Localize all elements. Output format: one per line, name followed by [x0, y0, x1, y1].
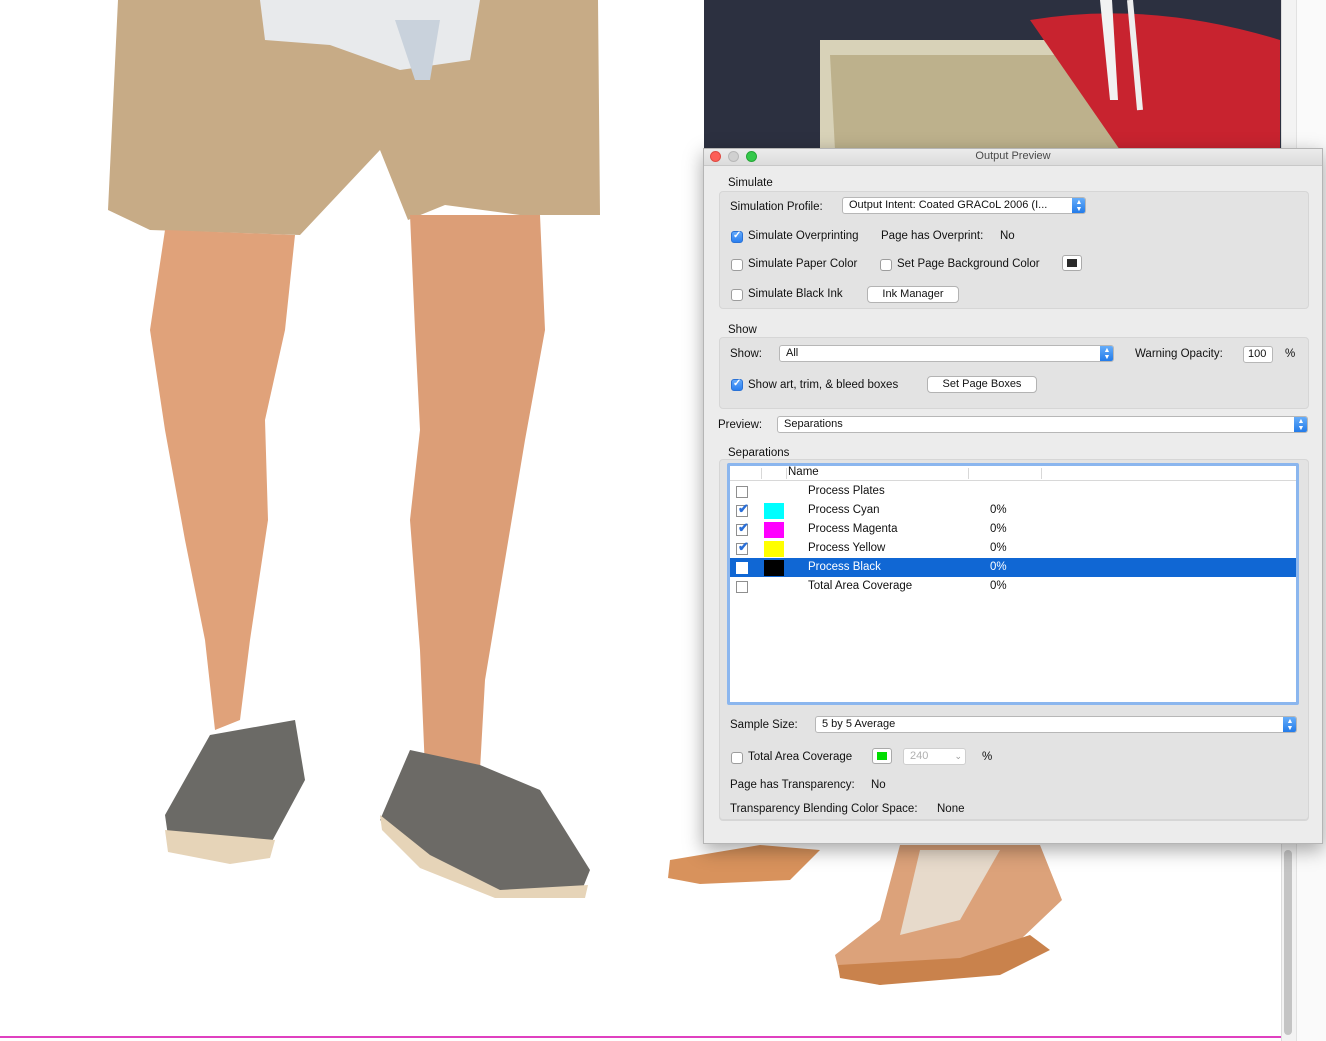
- column-divider: [761, 468, 762, 479]
- ink-color-swatch: [764, 541, 784, 557]
- page-transparency-value: No: [871, 779, 886, 791]
- warning-opacity-value: 100: [1248, 348, 1267, 360]
- separation-checkbox[interactable]: [736, 581, 748, 593]
- column-divider: [968, 468, 969, 479]
- separation-checkbox[interactable]: [736, 562, 748, 574]
- ink-color-swatch: [764, 560, 784, 576]
- simulate-paper-color-checkbox[interactable]: [731, 259, 743, 271]
- show-boxes-label: Show art, trim, & bleed boxes: [748, 379, 899, 391]
- separation-row[interactable]: ✔ Process Cyan 0%: [730, 501, 1296, 520]
- separation-percent: 0%: [990, 561, 1007, 573]
- coverage-value: 240: [910, 750, 929, 762]
- separation-row[interactable]: Process Black 0%: [730, 558, 1296, 577]
- popup-stepper-icon: ▲ ▼: [1072, 198, 1085, 213]
- checkmark-icon: ✔: [738, 501, 749, 516]
- warning-opacity-percent: %: [1285, 348, 1296, 360]
- separations-heading: Separations: [728, 447, 790, 459]
- simulate-overprinting-label: Simulate Overprinting: [748, 230, 859, 242]
- sample-size-label: Sample Size:: [730, 719, 798, 731]
- warning-opacity-input[interactable]: 100: [1243, 346, 1273, 363]
- window-title: Output Preview: [975, 150, 1051, 162]
- separation-name: Process Yellow: [808, 542, 886, 554]
- popup-stepper-icon: ▲ ▼: [1100, 346, 1113, 361]
- output-preview-window: Output Preview Simulate Simulation Profi…: [703, 148, 1323, 844]
- simulate-group: Simulation Profile: Output Intent: Coate…: [719, 191, 1309, 309]
- chevron-down-icon: ⌄: [954, 751, 962, 761]
- simulation-profile-select[interactable]: Output Intent: Coated GRACoL 2006 (I... …: [842, 197, 1086, 214]
- lower-group: Sample Size: 5 by 5 Average ▲ ▼ Total Are…: [719, 705, 1309, 820]
- show-select[interactable]: All ▲ ▼: [779, 345, 1114, 362]
- blending-space-value: None: [937, 803, 965, 815]
- left-sandal: [668, 845, 820, 884]
- page-overprint-value: No: [1000, 230, 1015, 242]
- separation-name: Process Cyan: [808, 504, 880, 516]
- separation-row[interactable]: Total Area Coverage 0%: [730, 577, 1296, 596]
- set-page-boxes-button[interactable]: Set Page Boxes: [927, 376, 1037, 393]
- column-divider: [1041, 468, 1042, 479]
- column-divider: [786, 468, 787, 479]
- simulate-overprinting-checkbox[interactable]: [731, 230, 743, 243]
- ink-color-swatch: [764, 522, 784, 538]
- title-bar[interactable]: Output Preview: [704, 149, 1322, 166]
- show-group: Show: All ▲▼ Warning Opacity: 100 % Show…: [719, 337, 1309, 409]
- separation-percent: 0%: [990, 580, 1007, 592]
- sample-size-select[interactable]: 5 by 5 Average ▲ ▼: [815, 716, 1297, 733]
- separation-name: Process Black: [808, 561, 881, 573]
- checkmark-icon: ✔: [738, 520, 749, 535]
- show-heading: Show: [728, 324, 757, 336]
- separation-percent: 0%: [990, 504, 1007, 516]
- separation-row[interactable]: ✔ Process Yellow 0%: [730, 539, 1296, 558]
- popup-stepper-icon: ▲ ▼: [1294, 417, 1307, 432]
- ink-color-swatch: [764, 503, 784, 519]
- warning-opacity-label: Warning Opacity:: [1135, 348, 1223, 360]
- sample-size-value: 5 by 5 Average: [822, 718, 896, 730]
- page-transparency-label: Page has Transparency:: [730, 779, 855, 791]
- show-label: Show:: [730, 348, 762, 360]
- popup-stepper-icon: ▲ ▼: [1283, 717, 1296, 732]
- separation-percent: 0%: [990, 542, 1007, 554]
- background-color-well[interactable]: [1062, 255, 1082, 271]
- separation-name: Process Plates: [808, 485, 885, 497]
- total-area-coverage-checkbox[interactable]: [731, 752, 743, 764]
- separation-row[interactable]: ✔ Process Magenta 0%: [730, 520, 1296, 539]
- show-value: All: [786, 347, 799, 359]
- separation-name: Process Magenta: [808, 523, 898, 535]
- right-leg: [410, 215, 545, 770]
- bleed-box-line: [0, 1036, 1281, 1038]
- ink-manager-button[interactable]: Ink Manager: [867, 286, 959, 303]
- page-background-color-label: Set Page Background Color: [897, 258, 1040, 270]
- simulate-heading: Simulate: [728, 177, 773, 189]
- coverage-value-combo[interactable]: 240 ⌄: [903, 748, 966, 765]
- coverage-color-well[interactable]: [872, 748, 892, 764]
- show-boxes-checkbox[interactable]: [731, 378, 743, 391]
- page-overprint-label: Page has Overprint:: [881, 230, 984, 242]
- preview-select[interactable]: Separations ▲ ▼: [777, 416, 1308, 433]
- simulation-profile-value: Output Intent: Coated GRACoL 2006 (I...: [849, 199, 1048, 211]
- simulate-black-ink-checkbox[interactable]: [731, 289, 743, 301]
- left-leg: [150, 230, 295, 730]
- coverage-color-swatch: [877, 752, 887, 760]
- total-area-coverage-label: Total Area Coverage: [748, 751, 853, 763]
- checkmark-icon: ✔: [738, 539, 749, 554]
- background-color-swatch: [1067, 259, 1077, 267]
- simulate-black-ink-label: Simulate Black Ink: [748, 288, 843, 300]
- separation-percent: 0%: [990, 523, 1007, 535]
- coverage-percent: %: [982, 751, 993, 763]
- separation-checkbox[interactable]: [736, 486, 748, 498]
- simulation-profile-label: Simulation Profile:: [730, 201, 823, 213]
- page-background-color-checkbox[interactable]: [880, 259, 892, 271]
- blending-space-label: Transparency Blending Color Space:: [730, 803, 918, 815]
- preview-value: Separations: [784, 418, 843, 430]
- name-column-header[interactable]: Name: [788, 466, 819, 478]
- scrollbar-thumb[interactable]: [1284, 850, 1292, 1035]
- table-header: Name: [730, 466, 1296, 481]
- separation-row[interactable]: Process Plates: [730, 482, 1296, 501]
- right-shoe: [380, 750, 590, 895]
- separations-table: Name Process Plates ✔ Process Cyan 0% ✔ Proce…: [727, 463, 1299, 705]
- preview-label: Preview:: [718, 419, 763, 431]
- separation-name: Total Area Coverage: [808, 580, 913, 592]
- simulate-paper-color-label: Simulate Paper Color: [748, 258, 858, 270]
